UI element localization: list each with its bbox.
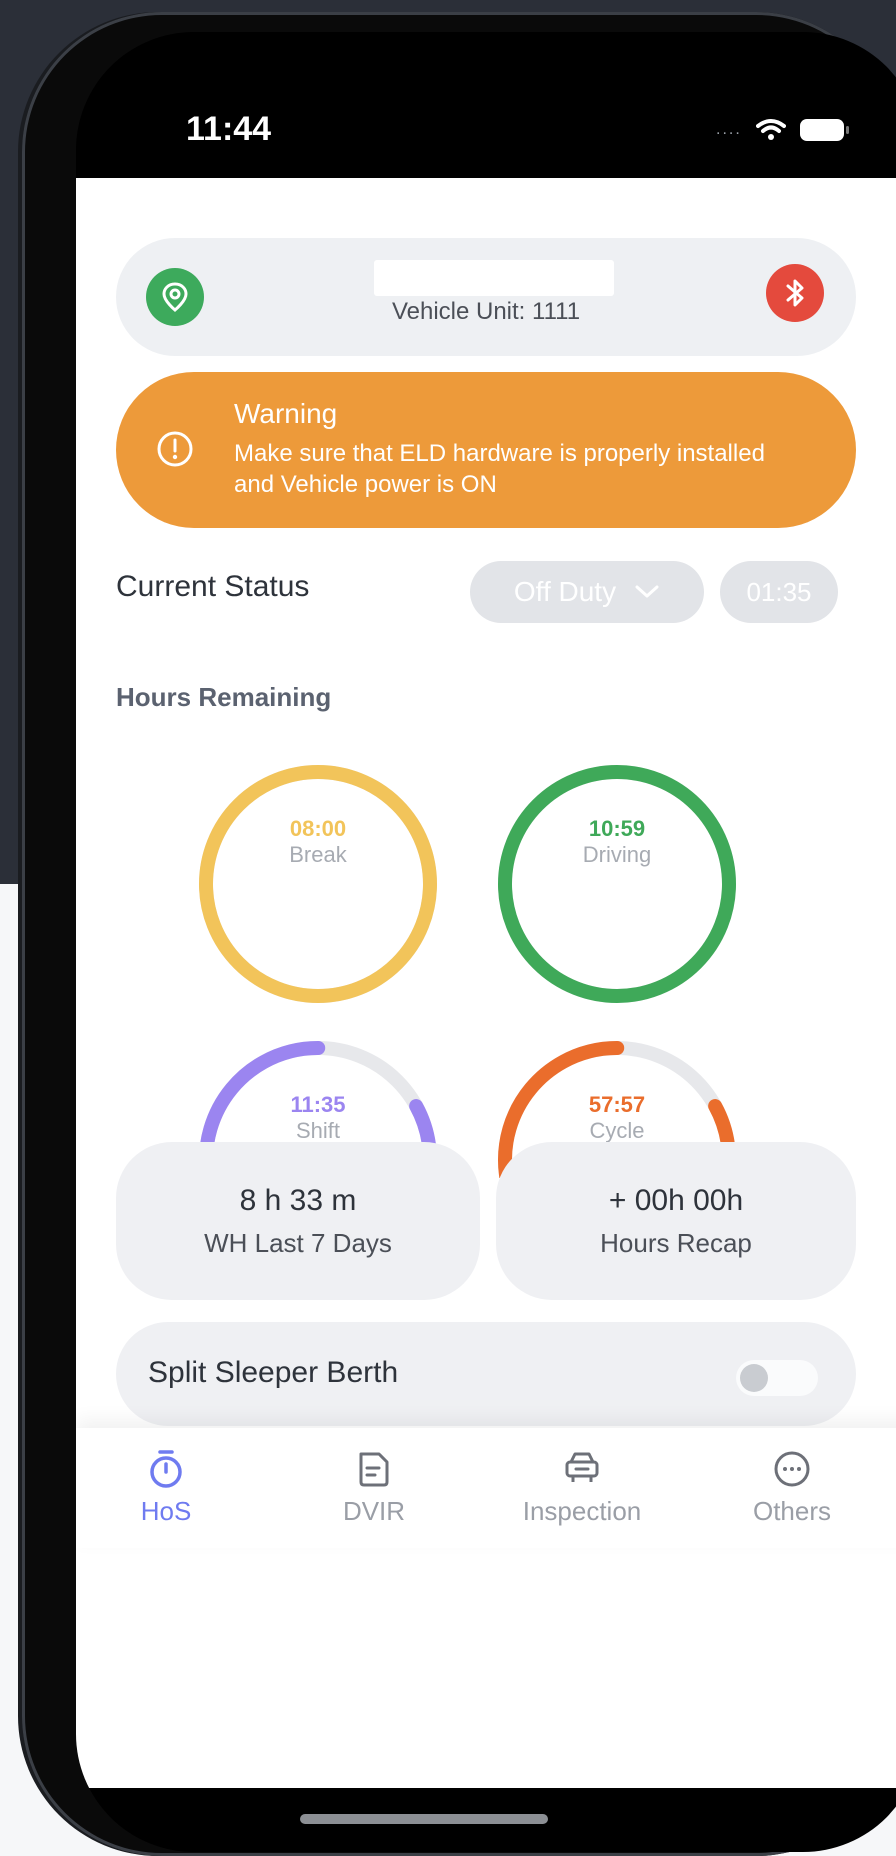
- tab-bar: HoS DVIR Inspection Others: [76, 1428, 896, 1548]
- battery-icon: [799, 119, 849, 141]
- split-sleeper-toggle[interactable]: [736, 1360, 818, 1396]
- status-icons: ....: [716, 118, 849, 142]
- gauge-arc-break: [199, 765, 437, 1003]
- gauge-name: Break: [289, 842, 347, 867]
- tab-dvir[interactable]: DVIR: [294, 1448, 454, 1527]
- gauge-value: 57:57: [588, 1092, 646, 1117]
- split-sleeper-label: Split Sleeper Berth: [148, 1356, 399, 1389]
- phone-screen: 11:44 .... Vehicle Unit: 1111 Warning Ma…: [76, 32, 896, 1852]
- wh-last-7-days-card[interactable]: 8 h 33 m WH Last 7 Days: [116, 1142, 480, 1300]
- phone-frame: 11:44 .... Vehicle Unit: 1111 Warning Ma…: [22, 12, 896, 1856]
- gauge-name: Shift: [295, 1118, 341, 1143]
- gauge-value: 10:59: [588, 816, 646, 841]
- tab-label: HoS: [140, 1496, 192, 1526]
- hours-gauges: [199, 765, 736, 1178]
- stopwatch-icon: [150, 1450, 182, 1488]
- car-inspection-icon: [565, 1452, 599, 1482]
- gauge-name: Driving: [582, 842, 652, 867]
- gauge-break: 08:00 Break: [218, 816, 418, 868]
- tab-label: Others: [752, 1496, 832, 1526]
- home-indicator: [300, 1814, 548, 1824]
- gauge-cycle: 57:57 Cycle: [517, 1092, 717, 1144]
- split-sleeper-card: Split Sleeper Berth: [116, 1322, 856, 1426]
- status-time: 11:44: [186, 110, 272, 148]
- gauge-value: 08:00: [289, 816, 347, 841]
- tab-others[interactable]: Others: [712, 1448, 872, 1527]
- wh-value: 8 h 33 m: [239, 1184, 357, 1217]
- hours-recap-card[interactable]: + 00h 00h Hours Recap: [496, 1142, 856, 1300]
- recap-label: Hours Recap: [600, 1228, 752, 1258]
- gauge-value: 11:35: [290, 1092, 346, 1117]
- toggle-knob: [740, 1364, 768, 1392]
- gauge-name: Cycle: [589, 1118, 645, 1143]
- hos-screen: Vehicle Unit: 1111 Warning Make sure tha…: [76, 178, 896, 1788]
- tab-hos[interactable]: HoS: [86, 1448, 246, 1527]
- gauge-driving: 10:59 Driving: [517, 816, 717, 868]
- gauge-arc-driving: [498, 765, 736, 1003]
- gauge-shift: 11:35 Shift: [218, 1092, 418, 1144]
- tab-label: DVIR: [342, 1496, 406, 1526]
- tab-inspection[interactable]: Inspection: [502, 1448, 662, 1527]
- tab-label: Inspection: [522, 1496, 642, 1526]
- document-icon: [359, 1452, 389, 1487]
- recap-value: + 00h 00h: [608, 1184, 744, 1217]
- wifi-icon: [755, 119, 786, 140]
- wh-label: WH Last 7 Days: [204, 1228, 392, 1258]
- signal-dots: ....: [716, 121, 742, 138]
- more-dots-icon: [774, 1451, 810, 1487]
